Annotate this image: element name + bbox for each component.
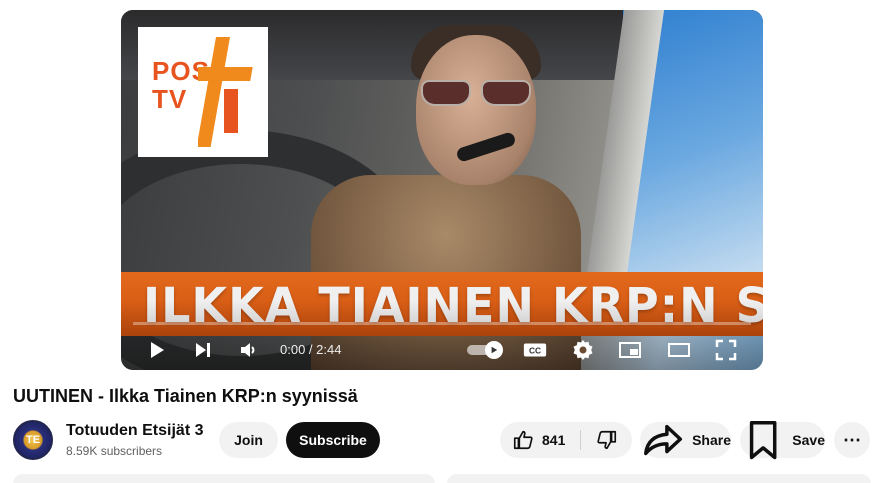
theater-button[interactable] (666, 337, 692, 363)
next-button[interactable] (190, 337, 216, 363)
more-icon: ⋯ (843, 429, 861, 450)
video-frame-sunglasses (421, 80, 531, 106)
thumbs-down-icon (596, 430, 616, 450)
channel-row: TE Totuuden Etsijät 3 8.59K subscribers … (13, 418, 875, 462)
next-icon (196, 343, 210, 357)
time-display: 0:00 / 2:44 (280, 342, 342, 357)
video-title: UUTINEN - Ilkka Tiainen KRP:n syynissä (13, 386, 358, 406)
channel-avatar[interactable]: TE (13, 420, 53, 460)
progress-bar[interactable] (133, 322, 751, 325)
thumbs-up-icon (513, 430, 533, 450)
volume-icon (241, 343, 255, 357)
share-label: Share (692, 432, 731, 448)
captions-button[interactable]: CC (521, 337, 549, 363)
dislike-button[interactable] (581, 422, 632, 458)
settings-button[interactable] (570, 337, 596, 363)
autoplay-play-icon (491, 346, 498, 354)
subscriber-count: 8.59K subscribers (66, 444, 163, 458)
logo-cross-mark (198, 37, 253, 147)
autoplay-toggle[interactable] (467, 340, 503, 359)
cc-label: CC (529, 346, 541, 356)
like-button[interactable]: 841 (500, 422, 580, 458)
bookmark-icon (749, 420, 777, 460)
save-button[interactable]: Save (740, 420, 825, 460)
theater-icon (668, 343, 690, 357)
cc-icon: CC (523, 343, 547, 357)
more-actions-button[interactable]: ⋯ (834, 422, 870, 458)
share-button[interactable]: Share (640, 422, 731, 458)
player-controls: 0:00 / 2:44 CC (121, 332, 763, 366)
miniplayer-icon (619, 342, 641, 358)
play-icon (151, 342, 164, 358)
channel-name[interactable]: Totuuden Etsijät 3 (66, 422, 203, 440)
share-icon (644, 424, 683, 456)
related-card[interactable] (447, 474, 871, 483)
like-count: 841 (542, 432, 566, 448)
video-player[interactable]: POSI TV ILKKA TIAINEN KRP:N SYYNISSÄ 0:0… (121, 10, 763, 370)
like-dislike-group: 841 (500, 422, 632, 458)
posi-tv-logo: POSI TV (138, 27, 268, 157)
autoplay-knob (485, 341, 503, 359)
subscribe-button[interactable]: Subscribe (286, 422, 380, 458)
avatar-text: TE (25, 434, 41, 446)
fullscreen-button[interactable] (713, 337, 739, 363)
play-button[interactable] (143, 337, 169, 363)
fullscreen-icon (715, 339, 737, 361)
video-frame-person-head (416, 35, 536, 185)
miniplayer-button[interactable] (617, 337, 643, 363)
save-label: Save (792, 432, 825, 448)
join-button[interactable]: Join (219, 422, 278, 458)
description-card[interactable] (13, 474, 435, 483)
gear-icon (573, 340, 593, 360)
volume-button[interactable] (235, 337, 261, 363)
